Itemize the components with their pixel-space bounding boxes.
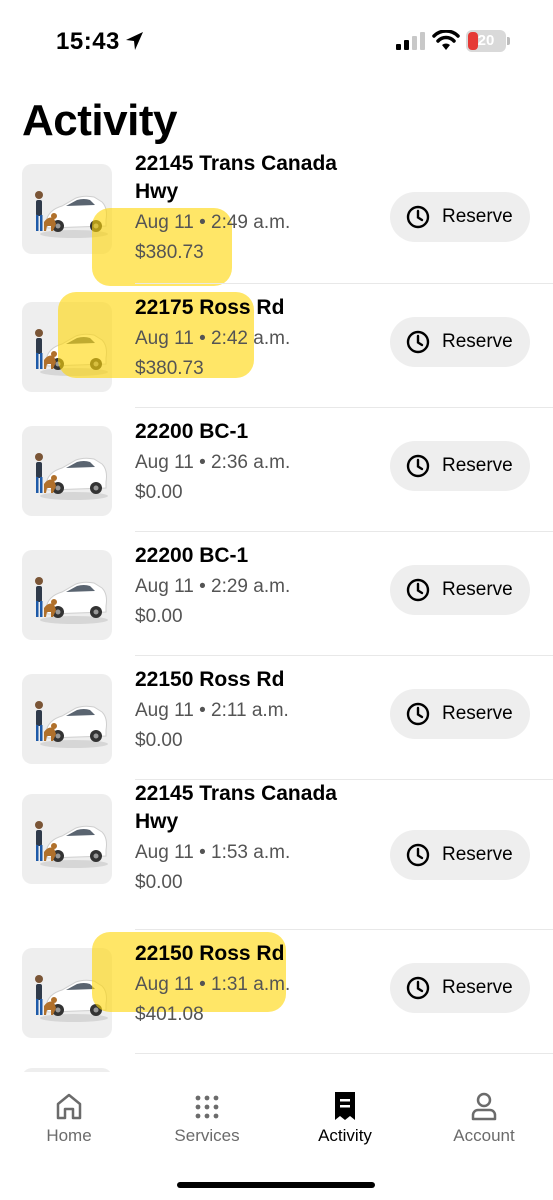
tab-activity[interactable]: Activity bbox=[285, 1090, 405, 1146]
trip-info: 22145 Trans Canada Hwy Aug 11 • 2:49 a.m… bbox=[135, 150, 380, 268]
location-arrow-icon bbox=[126, 32, 143, 50]
trip-info: 22175 Ross Rd Aug 11 • 2:42 a.m. $380.73 bbox=[135, 294, 380, 384]
home-indicator[interactable] bbox=[177, 1182, 375, 1188]
clock-icon bbox=[406, 976, 430, 1000]
page-title: Activity bbox=[22, 96, 177, 145]
wifi-icon bbox=[432, 30, 460, 50]
reserve-button-label: Reserve bbox=[442, 579, 513, 600]
clock-icon bbox=[406, 330, 430, 354]
row-divider bbox=[135, 1053, 553, 1054]
car-rider-illustration bbox=[35, 701, 108, 748]
tab-activity-label: Activity bbox=[318, 1126, 372, 1145]
activity-row[interactable]: 22200 BC-1 Aug 11 • 2:36 a.m. $0.00 Rese… bbox=[0, 408, 553, 532]
tab-account[interactable]: Account bbox=[424, 1090, 544, 1146]
receipt-icon bbox=[335, 1092, 355, 1120]
trip-datetime: Aug 11 • 2:29 a.m. bbox=[135, 576, 291, 597]
person-icon bbox=[471, 1092, 497, 1121]
trip-thumbnail bbox=[22, 1068, 112, 1072]
trip-price: $0.00 bbox=[135, 606, 183, 627]
trip-address: 22150 Ross Rd bbox=[135, 668, 285, 691]
trip-info: 22150 Ross Rd Aug 11 • 2:11 a.m. $0.00 bbox=[135, 666, 380, 756]
trip-datetime: Aug 11 • 2:11 a.m. bbox=[135, 700, 289, 721]
tab-home[interactable]: Home bbox=[9, 1090, 129, 1146]
trip-address: 22200 BC-1 bbox=[135, 420, 249, 443]
battery-percent: 20 bbox=[477, 32, 495, 49]
reserve-button-label: Reserve bbox=[442, 206, 513, 227]
activity-row[interactable]: 22175 Ross Rd Aug 11 • 2:42 a.m. $380.73… bbox=[0, 284, 553, 408]
car-rider-illustration bbox=[35, 453, 108, 500]
trip-thumbnail bbox=[22, 426, 112, 516]
trip-address: 22175 Ross Rd bbox=[135, 296, 285, 319]
trip-thumbnail bbox=[22, 550, 112, 640]
trip-price: $0.00 bbox=[135, 730, 183, 751]
trip-datetime: Aug 11 • 2:49 a.m. bbox=[135, 212, 291, 233]
trip-price: $0.00 bbox=[135, 482, 183, 503]
cellular-signal-icon bbox=[396, 32, 425, 50]
reserve-button-label: Reserve bbox=[442, 844, 513, 865]
home-icon bbox=[56, 1093, 82, 1120]
bottom-tab-bar: Home Services Activity Account bbox=[0, 1080, 553, 1200]
trip-thumbnail bbox=[22, 674, 112, 764]
clock-icon bbox=[406, 702, 430, 726]
trip-address: 22150 Ross Rd bbox=[135, 942, 285, 965]
reserve-button[interactable]: Reserve bbox=[390, 689, 530, 739]
trip-info: 22200 BC-1 Aug 11 • 2:29 a.m. $0.00 bbox=[135, 542, 380, 632]
trip-thumbnail bbox=[22, 794, 112, 884]
trip-price: $380.73 bbox=[135, 358, 204, 379]
reserve-button[interactable]: Reserve bbox=[390, 441, 530, 491]
activity-row[interactable]: 22150 Ross Rd Aug 11 • 2:11 a.m. $0.00 R… bbox=[0, 656, 553, 780]
activity-row[interactable]: 22145 Trans Canada Hwy Aug 11 • 2:49 a.m… bbox=[0, 150, 553, 286]
reserve-button[interactable]: Reserve bbox=[390, 317, 530, 367]
battery-icon: 20 bbox=[466, 30, 510, 52]
clock-icon bbox=[406, 454, 430, 478]
car-rider-illustration bbox=[35, 821, 108, 868]
trip-price: $380.73 bbox=[135, 242, 204, 263]
trip-datetime: Aug 11 • 1:31 a.m. bbox=[135, 974, 291, 995]
reserve-button-label: Reserve bbox=[442, 455, 513, 476]
trip-info: 22145 Trans Canada Hwy Aug 11 • 1:53 a.m… bbox=[135, 780, 380, 898]
status-time: 15:43 bbox=[56, 28, 120, 55]
tab-services-label: Services bbox=[174, 1126, 240, 1145]
trip-price: $401.08 bbox=[135, 1004, 204, 1025]
trip-address: 22200 BC-1 bbox=[135, 544, 249, 567]
reserve-button[interactable]: Reserve bbox=[390, 830, 530, 880]
tab-services[interactable]: Services bbox=[147, 1090, 267, 1146]
trip-address: 22145 Trans Canada Hwy bbox=[135, 152, 337, 203]
reserve-button[interactable]: Reserve bbox=[390, 963, 530, 1013]
trip-datetime: Aug 11 • 1:53 a.m. bbox=[135, 842, 291, 863]
trip-info: 22200 BC-1 Aug 11 • 2:36 a.m. $0.00 bbox=[135, 418, 380, 508]
status-bar: 15:43 20 bbox=[0, 0, 553, 80]
clock-icon bbox=[406, 578, 430, 602]
reserve-button[interactable]: Reserve bbox=[390, 565, 530, 615]
car-rider-illustration bbox=[35, 577, 108, 624]
activity-list[interactable]: 22145 Trans Canada Hwy Aug 11 • 2:49 a.m… bbox=[0, 150, 553, 1072]
clock-icon bbox=[406, 843, 430, 867]
activity-row[interactable]: 22145 Trans Canada Hwy Aug 11 • 1:53 a.m… bbox=[0, 780, 553, 930]
tab-account-label: Account bbox=[453, 1126, 515, 1145]
tab-home-label: Home bbox=[46, 1126, 92, 1145]
activity-row[interactable]: 22150 Ross Rd Aug 11 • 1:31 a.m. $401.08… bbox=[0, 930, 553, 1054]
grid-icon bbox=[195, 1095, 219, 1119]
trip-price: $0.00 bbox=[135, 872, 183, 893]
activity-row[interactable]: 22200 BC-1 Aug 11 • 2:29 a.m. $0.00 Rese… bbox=[0, 532, 553, 656]
reserve-button[interactable]: Reserve bbox=[390, 192, 530, 242]
reserve-button-label: Reserve bbox=[442, 331, 513, 352]
trip-datetime: Aug 11 • 2:36 a.m. bbox=[135, 452, 291, 473]
trip-info: 22150 Ross Rd Aug 11 • 1:31 a.m. $401.08 bbox=[135, 940, 380, 1030]
activity-row-partial[interactable] bbox=[0, 1068, 553, 1072]
trip-datetime: Aug 11 • 2:42 a.m. bbox=[135, 328, 291, 349]
clock-icon bbox=[406, 205, 430, 229]
reserve-button-label: Reserve bbox=[442, 703, 513, 724]
trip-address: 22145 Trans Canada Hwy bbox=[135, 782, 337, 833]
reserve-button-label: Reserve bbox=[442, 977, 513, 998]
